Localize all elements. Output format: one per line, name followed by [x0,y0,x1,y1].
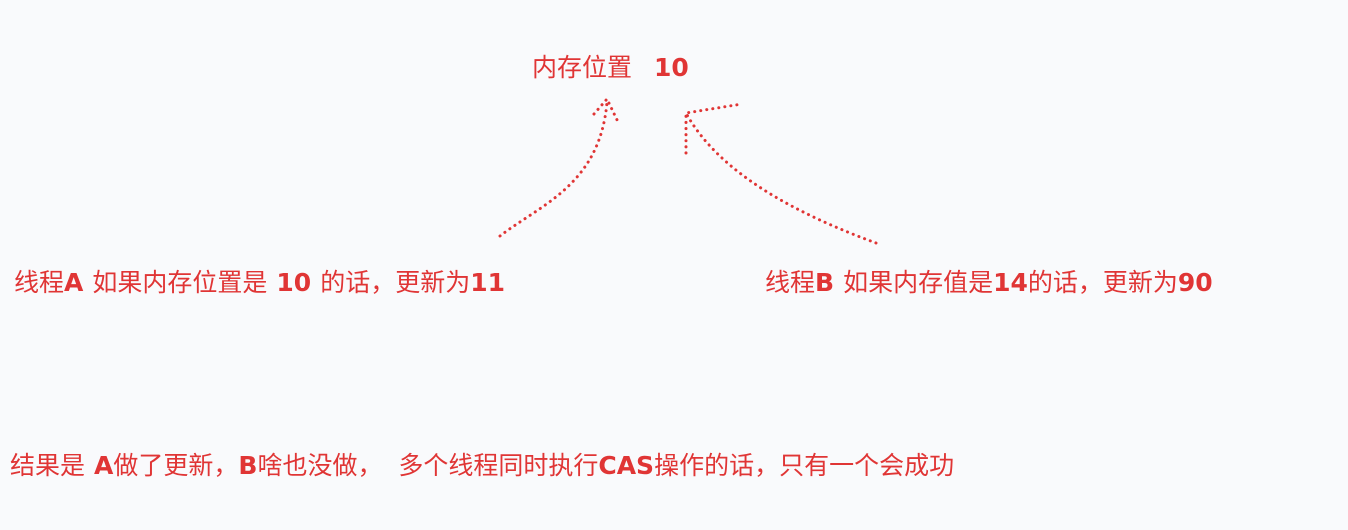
thread-a-arrow [498,97,621,238]
arrows-layer [498,97,878,245]
thread-b-arrow [684,102,878,245]
thread-b-arrow-head [684,102,744,155]
thread-b-arrow-shaft [684,111,878,245]
thread-a-arrow-shaft [498,100,609,238]
